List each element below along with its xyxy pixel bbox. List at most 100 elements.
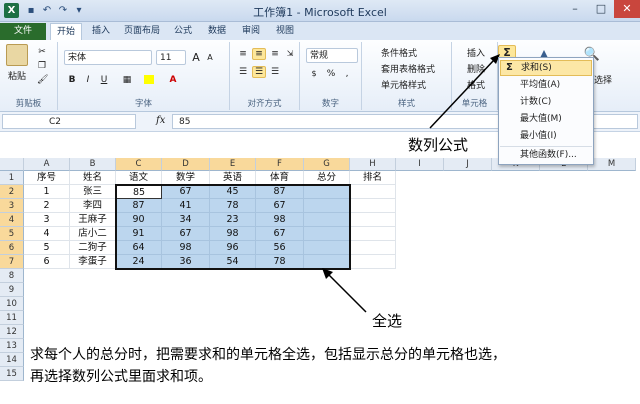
font-name-select[interactable]: 宋体 [64, 50, 152, 65]
table-cell[interactable]: 6 [24, 255, 70, 269]
table-cell[interactable]: 李蛋子 [70, 255, 116, 269]
table-cell[interactable]: 36 [162, 255, 210, 269]
table-cell[interactable]: 56 [256, 241, 304, 255]
fill-color-icon[interactable] [142, 74, 156, 88]
paste-icon[interactable] [6, 44, 28, 66]
conditional-format-button[interactable]: 条件格式 [366, 45, 450, 59]
row-header-12[interactable]: 12 [0, 325, 24, 339]
table-cell[interactable]: 排名 [350, 171, 396, 185]
tab-formulas[interactable]: 公式 [168, 23, 198, 40]
table-cell[interactable]: 店小二 [70, 227, 116, 241]
insert-function-icon[interactable]: fx [156, 115, 165, 126]
percent-button[interactable]: % [324, 68, 338, 81]
row-header-9[interactable]: 9 [0, 283, 24, 297]
table-cell[interactable]: 23 [210, 213, 256, 227]
table-cell[interactable]: 85 [116, 185, 162, 199]
column-header-h[interactable]: H [350, 158, 396, 171]
menu-item-min[interactable]: 最小值(I) [500, 128, 592, 144]
font-color-icon[interactable]: A [166, 74, 180, 88]
row-header-3[interactable]: 3 [0, 199, 24, 213]
menu-item-more-functions[interactable]: 其他函数(F)... [500, 146, 592, 162]
column-header-f[interactable]: F [256, 158, 304, 171]
table-cell[interactable]: 41 [162, 199, 210, 213]
row-header-11[interactable]: 11 [0, 311, 24, 325]
row-header-10[interactable]: 10 [0, 297, 24, 311]
table-cell[interactable]: 98 [210, 227, 256, 241]
tab-file[interactable]: 文件 [0, 23, 46, 40]
number-format-select[interactable]: 常规 [306, 48, 358, 63]
table-cell[interactable]: 78 [210, 199, 256, 213]
table-cell[interactable]: 1 [24, 185, 70, 199]
name-box[interactable]: C2 [2, 114, 136, 129]
table-cell[interactable]: 李四 [70, 199, 116, 213]
comma-button[interactable]: , [340, 68, 354, 81]
table-cell[interactable] [350, 241, 396, 255]
table-cell[interactable]: 英语 [210, 171, 256, 185]
table-cell[interactable] [304, 255, 350, 269]
menu-item-max[interactable]: 最大值(M) [500, 111, 592, 127]
close-button[interactable]: ✕ [614, 0, 640, 18]
row-header-14[interactable]: 14 [0, 353, 24, 367]
row-header-4[interactable]: 4 [0, 213, 24, 227]
format-painter-icon[interactable]: 🖌 [36, 74, 48, 85]
maximize-button[interactable]: □ [588, 0, 614, 18]
currency-icon[interactable]: $ [306, 68, 322, 81]
table-cell[interactable]: 98 [162, 241, 210, 255]
table-cell[interactable]: 语文 [116, 171, 162, 185]
column-header-d[interactable]: D [162, 158, 210, 171]
cell-styles-button[interactable]: 单元格样式 [366, 77, 450, 91]
row-header-2[interactable]: 2 [0, 185, 24, 199]
table-cell[interactable]: 24 [116, 255, 162, 269]
table-cell[interactable]: 67 [256, 199, 304, 213]
table-cell[interactable] [350, 255, 396, 269]
table-cell[interactable]: 67 [162, 227, 210, 241]
row-header-13[interactable]: 13 [0, 339, 24, 353]
tab-page-layout[interactable]: 页面布局 [120, 23, 164, 40]
tab-insert[interactable]: 插入 [86, 23, 116, 40]
align-middle-icon[interactable]: ≡ [252, 48, 266, 60]
row-header-8[interactable]: 8 [0, 269, 24, 283]
table-cell[interactable] [304, 199, 350, 213]
align-left-icon[interactable]: ☰ [236, 66, 250, 78]
column-header-a[interactable]: A [24, 158, 70, 171]
row-header-15[interactable]: 15 [0, 367, 24, 381]
table-cell[interactable]: 64 [116, 241, 162, 255]
bold-button[interactable]: B [66, 74, 78, 88]
table-cell[interactable] [350, 185, 396, 199]
table-cell[interactable]: 二狗子 [70, 241, 116, 255]
menu-item-count[interactable]: 计数(C) [500, 94, 592, 110]
font-size-select[interactable]: 11 [156, 50, 186, 65]
menu-item-sum[interactable]: Σ 求和(S) [500, 60, 592, 76]
table-cell[interactable]: 体育 [256, 171, 304, 185]
align-top-icon[interactable]: ≡ [236, 48, 250, 60]
tab-review[interactable]: 审阅 [236, 23, 266, 40]
insert-cells-button[interactable]: 插入 [454, 45, 496, 59]
table-cell[interactable]: 96 [210, 241, 256, 255]
row-header-7[interactable]: 7 [0, 255, 24, 269]
table-cell[interactable] [304, 241, 350, 255]
table-cell[interactable] [304, 213, 350, 227]
table-cell[interactable]: 90 [116, 213, 162, 227]
paste-button[interactable]: 粘贴 [2, 68, 32, 82]
align-right-icon[interactable]: ☰ [268, 66, 282, 78]
column-header-e[interactable]: E [210, 158, 256, 171]
column-header-m[interactable]: M [588, 158, 636, 171]
table-cell[interactable] [304, 227, 350, 241]
table-cell[interactable] [350, 199, 396, 213]
table-cell[interactable]: 5 [24, 241, 70, 255]
table-cell[interactable] [304, 185, 350, 199]
format-as-table-button[interactable]: 套用表格格式 [366, 61, 450, 75]
table-cell[interactable]: 67 [256, 227, 304, 241]
table-cell[interactable]: 总分 [304, 171, 350, 185]
format-cells-button[interactable]: 格式 [454, 77, 496, 91]
table-cell[interactable]: 34 [162, 213, 210, 227]
column-header-g[interactable]: G [304, 158, 350, 171]
table-cell[interactable]: 54 [210, 255, 256, 269]
table-cell[interactable]: 87 [256, 185, 304, 199]
align-center-icon[interactable]: ☰ [252, 66, 266, 78]
table-cell[interactable]: 67 [162, 185, 210, 199]
wrap-text-icon[interactable]: ⇲ [284, 48, 296, 78]
table-cell[interactable]: 张三 [70, 185, 116, 199]
table-cell[interactable] [350, 213, 396, 227]
table-cell[interactable]: 4 [24, 227, 70, 241]
